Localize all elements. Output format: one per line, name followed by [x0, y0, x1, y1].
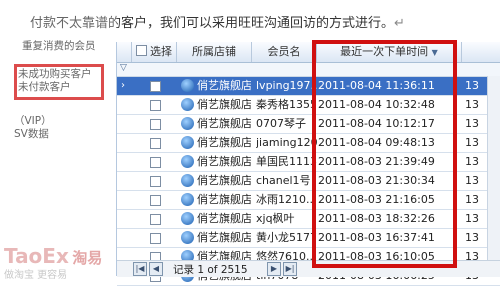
shop-icon [181, 174, 194, 187]
member-name-cell: xjq枫叶 [256, 212, 295, 225]
next-page-button[interactable]: ▶ [267, 262, 281, 276]
member-name-cell: 秦秀格1355 [256, 98, 317, 111]
row-checkbox[interactable] [150, 214, 161, 225]
header-rownum [117, 42, 132, 62]
shop-icon [181, 231, 194, 244]
row-checkbox[interactable] [150, 138, 161, 149]
highlight-box-tree [14, 64, 104, 100]
shop-icon [181, 193, 194, 206]
shop-name-cell: 俏艺旗舰店 [197, 155, 251, 168]
shop-icon [181, 79, 194, 92]
row-checkbox[interactable] [150, 195, 161, 206]
record-count: 记录 1 of 2515 [173, 264, 248, 276]
row-checkbox[interactable] [150, 233, 161, 244]
shop-icon [181, 136, 194, 149]
customer-tree: 重复消费的会员 未成功购买客户 未付款客户 （VIP） SV数据 [0, 34, 118, 234]
member-name-cell: chanel1号 [256, 174, 311, 187]
member-name-cell: 冰雨1210... [256, 193, 317, 206]
shop-name-cell: 俏艺旗舰店 [197, 136, 251, 149]
vertical-scrollbar[interactable] [487, 76, 500, 262]
extra-cell: 13 [465, 231, 479, 244]
extra-cell: 13 [465, 212, 479, 225]
row-checkbox[interactable] [150, 176, 161, 187]
header-select[interactable]: 选择 [132, 42, 177, 62]
shop-icon [181, 212, 194, 225]
member-name-cell: lvping197... [256, 79, 318, 92]
extra-cell: 13 [465, 136, 479, 149]
tree-item-sv-data[interactable]: SV数据 [14, 128, 49, 141]
shop-name-cell: 俏艺旗舰店 [197, 98, 251, 111]
header-shop[interactable]: 所属店铺 [177, 42, 252, 62]
last-page-button[interactable]: ▶| [283, 262, 297, 276]
taoex-logo: TaoEx 淘易 做淘宝 更容易 [4, 244, 103, 281]
highlight-box-time-column [312, 40, 457, 268]
member-name-cell: 黄小龙5177 [256, 231, 317, 244]
tree-item-vip[interactable]: （VIP） [14, 115, 52, 128]
tree-item-repeat-members[interactable]: 重复消费的会员 [22, 40, 96, 53]
shop-name-cell: 俏艺旗舰店 [197, 174, 251, 187]
member-name-cell: 0707琴子 [256, 117, 306, 130]
header-extra[interactable] [462, 42, 500, 62]
member-name-cell: 单国民1113 [256, 155, 317, 168]
filter-icon[interactable]: ▽ [120, 63, 127, 73]
shop-name-cell: 俏艺旗舰店 [197, 193, 251, 206]
shop-name-cell: 俏艺旗舰店 [197, 79, 251, 92]
extra-cell: 13 [465, 155, 479, 168]
shop-icon [181, 155, 194, 168]
shop-name-cell: 俏艺旗舰店 [197, 231, 251, 244]
shop-name-cell: 俏艺旗舰店 [197, 212, 251, 225]
extra-cell: 13 [465, 193, 479, 206]
select-all-checkbox[interactable] [136, 45, 147, 56]
row-checkbox[interactable] [150, 157, 161, 168]
first-page-button[interactable]: |◀ [133, 262, 147, 276]
shop-icon [181, 117, 194, 130]
extra-cell: 13 [465, 79, 479, 92]
member-name-cell: jiaming1208 [256, 136, 318, 149]
current-row-indicator-icon: › [121, 80, 125, 91]
extra-cell: 13 [465, 98, 479, 111]
prev-page-button[interactable]: ◀ [149, 262, 163, 276]
extra-cell: 13 [465, 174, 479, 187]
shop-icon [181, 98, 194, 111]
row-checkbox[interactable] [150, 100, 161, 111]
row-checkbox[interactable] [150, 81, 161, 92]
caption-text: 付款不太靠谱的客户，我们可以采用旺旺沟通回访的方式进行。↵ [30, 16, 405, 31]
row-checkbox[interactable] [150, 119, 161, 130]
extra-cell: 13 [465, 117, 479, 130]
header-member[interactable]: 会员名 [252, 42, 317, 62]
shop-name-cell: 俏艺旗舰店 [197, 117, 251, 130]
